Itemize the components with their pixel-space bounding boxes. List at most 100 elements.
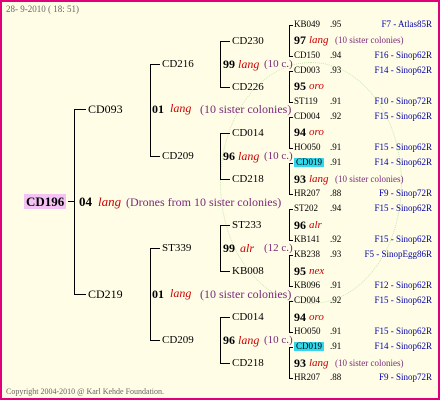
l3-code[interactable]: KB008 — [232, 266, 264, 277]
l3-code[interactable]: ST233 — [232, 220, 261, 231]
connector-line — [220, 225, 230, 226]
l4-race: lang — [309, 357, 329, 369]
l4-value: .91 — [330, 341, 342, 351]
l3-code[interactable]: CD014 — [232, 312, 264, 323]
date-stamp: 28- 9-2010 ( 18: 51) — [6, 4, 79, 14]
l4-value: .88 — [330, 188, 342, 198]
l4-pedigree: F15 - Sinop62R — [374, 142, 432, 152]
l4-code[interactable]: CD019 — [294, 158, 325, 167]
l4-code[interactable]: CD003 — [294, 66, 320, 75]
l3-code[interactable]: CD218 — [232, 358, 264, 369]
l4-pedigree: F15 - Sinop62R — [374, 203, 432, 213]
l4-code[interactable]: CD019 — [294, 342, 325, 351]
l4-note: (10 sister colonies) — [335, 35, 404, 45]
connector-line — [289, 102, 293, 103]
pedigree-chart: 28- 9-2010 ( 18: 51) Copyright 2004-2010… — [0, 0, 440, 400]
l4-code[interactable]: CD004 — [294, 112, 320, 121]
l4-pedigree: F12 - Sinop62R — [374, 280, 432, 290]
connector-line — [289, 286, 293, 287]
l4-gen: 95 — [294, 79, 306, 93]
l2-race: lang — [238, 57, 260, 71]
connector-line — [220, 41, 230, 42]
l4-code[interactable]: HR207 — [294, 189, 320, 198]
l1-top-code[interactable]: CD093 — [88, 103, 123, 115]
connector-line — [220, 41, 221, 87]
l2-race: lang — [238, 333, 260, 347]
l4-code[interactable]: ST119 — [294, 97, 318, 106]
l4-code[interactable]: CD150 — [294, 51, 320, 60]
l1-bottom-note: (10 sister colonies) — [200, 287, 292, 301]
l4-gen: 93 — [294, 172, 306, 186]
l4-gen: 97 — [294, 33, 306, 47]
l4-value: .91 — [330, 157, 342, 167]
l1-top-race: lang — [170, 101, 192, 115]
l4-value: .94 — [330, 203, 342, 213]
l4-pedigree: F7 - Atlas85R — [381, 19, 432, 29]
l2-note: (12 c.) — [264, 242, 293, 254]
connector-line — [289, 117, 293, 118]
l2-gen: 99 — [223, 57, 235, 71]
l4-code[interactable]: HR207 — [294, 373, 320, 382]
l4-code[interactable]: KB238 — [294, 250, 320, 259]
connector-line — [289, 117, 290, 148]
connector-line — [74, 109, 75, 294]
l4-gen: 94 — [294, 125, 306, 139]
connector-line — [220, 133, 221, 179]
l4-value: .91 — [330, 142, 342, 152]
l4-code[interactable]: CD004 — [294, 296, 320, 305]
connector-line — [220, 271, 230, 272]
copyright: Copyright 2004-2010 @ Karl Kehde Foundat… — [6, 387, 165, 396]
connector-line — [289, 194, 293, 195]
l4-code[interactable]: HO050 — [294, 143, 321, 152]
l2-note: (10 c.) — [264, 58, 293, 70]
connector-line — [150, 64, 151, 156]
connector-line — [220, 179, 230, 180]
l3-code[interactable]: CD230 — [232, 36, 264, 47]
connector-line — [289, 255, 290, 286]
l4-pedigree: F15 - Sinop62R — [374, 326, 432, 336]
l4-race: oro — [309, 126, 324, 138]
l4-code[interactable]: HO050 — [294, 327, 321, 336]
l3-code[interactable]: CD226 — [232, 82, 264, 93]
l4-pedigree: F9 - Sinop72R — [378, 372, 432, 382]
l2-note: (10 c.) — [264, 334, 293, 346]
l3-code[interactable]: CD014 — [232, 128, 264, 139]
connector-line — [220, 87, 230, 88]
l4-gen: 96 — [294, 218, 306, 232]
connector-line — [289, 301, 290, 332]
root-code[interactable]: CD196 — [24, 194, 67, 209]
connector-line — [74, 109, 86, 110]
l4-code[interactable]: ST202 — [294, 204, 318, 213]
l4-gen: 95 — [294, 264, 306, 278]
connector-line — [289, 240, 293, 241]
l4-pedigree: F10 - Sinop72R — [374, 96, 432, 106]
connector-line — [289, 378, 293, 379]
l4-pedigree: F9 - Sinop72R — [378, 188, 432, 198]
l4-value: .91 — [330, 326, 342, 336]
connector-line — [289, 25, 290, 56]
l4-race: lang — [309, 34, 329, 46]
connector-line — [289, 163, 290, 194]
connector-line — [150, 64, 160, 65]
connector-line — [289, 25, 293, 26]
l4-value: .91 — [330, 96, 342, 106]
l2-code[interactable]: ST339 — [162, 243, 191, 254]
l4-gen: 94 — [294, 310, 306, 324]
l4-value: .92 — [330, 111, 342, 121]
l4-code[interactable]: KB141 — [294, 235, 320, 244]
l4-code[interactable]: KB049 — [294, 20, 320, 29]
l1-bottom-code[interactable]: CD219 — [88, 288, 123, 300]
l4-value: .94 — [330, 50, 342, 60]
connector-line — [289, 301, 293, 302]
root-race: lang — [98, 194, 122, 209]
root-gen: 04 — [79, 194, 92, 209]
connector-line — [289, 71, 290, 102]
l2-gen: 96 — [223, 333, 235, 347]
l2-gen: 99 — [223, 241, 235, 255]
l4-pedigree: F14 - Sinop62R — [374, 65, 432, 75]
l3-code[interactable]: CD218 — [232, 174, 264, 185]
l2-code[interactable]: CD209 — [162, 151, 194, 162]
l2-code[interactable]: CD209 — [162, 335, 194, 346]
l4-code[interactable]: KB096 — [294, 281, 320, 290]
l2-code[interactable]: CD216 — [162, 59, 194, 70]
